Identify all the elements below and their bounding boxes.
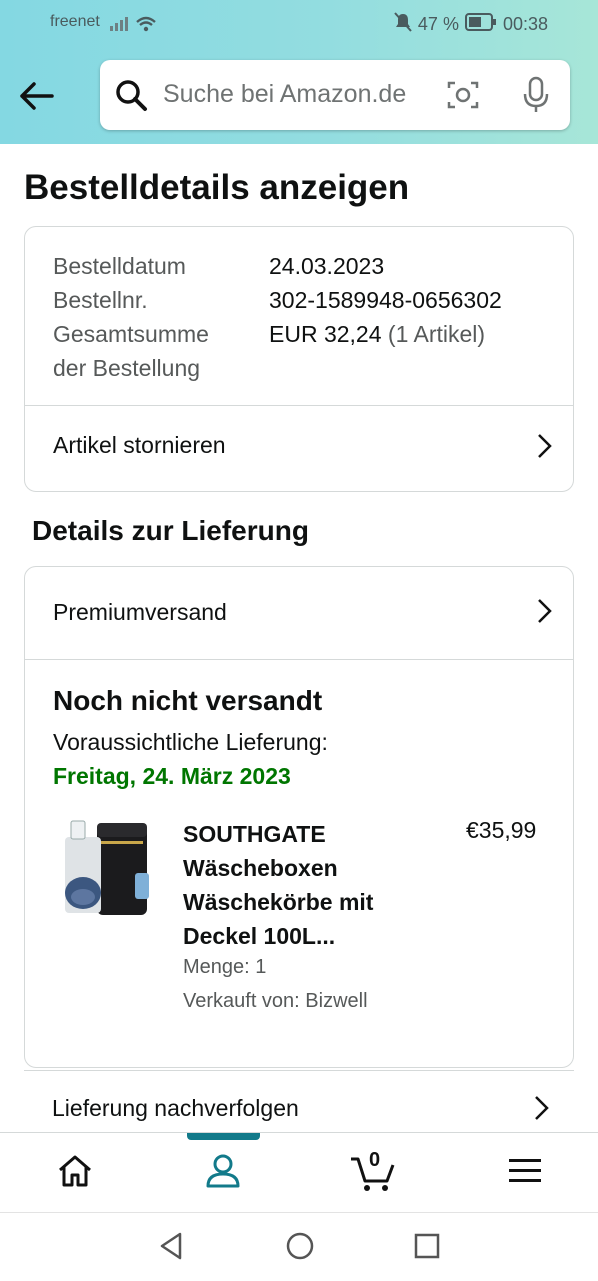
cart-icon: 0 — [349, 1149, 397, 1193]
search-bar[interactable]: Suche bei Amazon.de — [100, 60, 570, 130]
back-arrow-icon[interactable] — [18, 76, 58, 116]
microphone-icon[interactable] — [520, 76, 552, 119]
cancel-items-row[interactable]: Artikel stornieren — [25, 406, 573, 490]
product-name-line: SOUTHGATE — [183, 821, 326, 847]
chevron-right-icon — [537, 598, 553, 629]
track-delivery-row[interactable]: Lieferung nachverfolgen — [24, 1070, 574, 1135]
search-placeholder[interactable]: Suche bei Amazon.de — [163, 80, 406, 109]
delivery-section-title: Details zur Lieferung — [32, 515, 309, 546]
mute-bell-icon — [394, 12, 412, 37]
product-name[interactable]: SOUTHGATE Wäscheboxen Wäschekörbe mit De… — [183, 817, 433, 953]
order-number-value: 302-1589948-0656302 — [269, 287, 502, 313]
home-icon — [57, 1154, 93, 1193]
shipping-method-row[interactable]: Premiumversand — [25, 567, 573, 659]
cart-count: 0 — [369, 1149, 381, 1171]
status-bar: freenet 47 % 00:38 — [0, 0, 598, 46]
battery-percent: 47 % — [417, 14, 459, 34]
battery-icon — [464, 13, 497, 36]
product-name-line: Deckel 100L... — [183, 923, 336, 949]
cancel-items-label: Artikel stornieren — [53, 432, 226, 458]
carrier-name: freenet — [50, 13, 100, 30]
nav-account[interactable] — [148, 1133, 298, 1213]
home-circle-icon[interactable] — [285, 1231, 315, 1266]
eta-date: Freitag, 24. März 2023 — [53, 763, 291, 789]
eta-label: Voraussichtliche Lieferung: — [53, 729, 328, 755]
menu-hamburger-icon — [509, 1158, 541, 1189]
product-name-line: Wäschekörbe mit — [183, 889, 374, 915]
nav-menu[interactable] — [450, 1133, 598, 1213]
order-date-label: Bestelldatum — [53, 253, 186, 279]
order-date-value: 24.03.2023 — [269, 253, 385, 279]
app-header: Suche bei Amazon.de — [0, 46, 598, 144]
signal-wifi-icon — [110, 14, 156, 39]
bottom-navigation: 0 — [0, 1132, 598, 1213]
order-summary-card: Bestelldatum 24.03.2023 Bestellnr. 302-1… — [24, 226, 574, 492]
order-number-label: Bestellnr. — [53, 287, 148, 313]
clock: 00:38 — [502, 14, 548, 34]
order-total-amount: EUR 32,24 — [269, 321, 382, 347]
shipment-status: Noch nicht versandt — [53, 685, 323, 716]
system-navigation-bar — [0, 1212, 598, 1281]
nav-home[interactable] — [0, 1133, 150, 1213]
recent-apps-icon[interactable] — [413, 1231, 441, 1266]
product-price: €35,99 — [466, 817, 537, 843]
order-total-label-2: der Bestellung — [53, 355, 201, 381]
chevron-right-icon — [537, 433, 553, 464]
camera-scan-icon[interactable] — [446, 78, 480, 117]
chevron-right-icon — [534, 1095, 550, 1126]
product-seller: Verkauft von: Bizwell — [183, 990, 368, 1012]
delivery-card: Premiumversand Noch nicht versandt Vorau… — [24, 566, 574, 1068]
track-delivery-label: Lieferung nachverfolgen — [52, 1095, 299, 1121]
page-title: Bestelldetails anzeigen — [24, 168, 410, 207]
nav-cart[interactable]: 0 — [298, 1133, 448, 1213]
back-triangle-icon[interactable] — [158, 1231, 184, 1266]
product-quantity: Menge: 1 — [183, 956, 267, 978]
order-item-count: (1 Artikel) — [387, 321, 486, 347]
divider — [25, 659, 573, 660]
product-image[interactable] — [61, 817, 153, 921]
order-total-value: EUR 32,24 (1 Artikel) — [269, 317, 485, 351]
shipping-method-label: Premiumversand — [53, 599, 227, 625]
product-name-line: Wäscheboxen — [183, 855, 338, 881]
search-icon — [114, 78, 148, 117]
account-icon — [205, 1153, 241, 1194]
order-total-label: Gesamtsumme — [53, 321, 209, 347]
